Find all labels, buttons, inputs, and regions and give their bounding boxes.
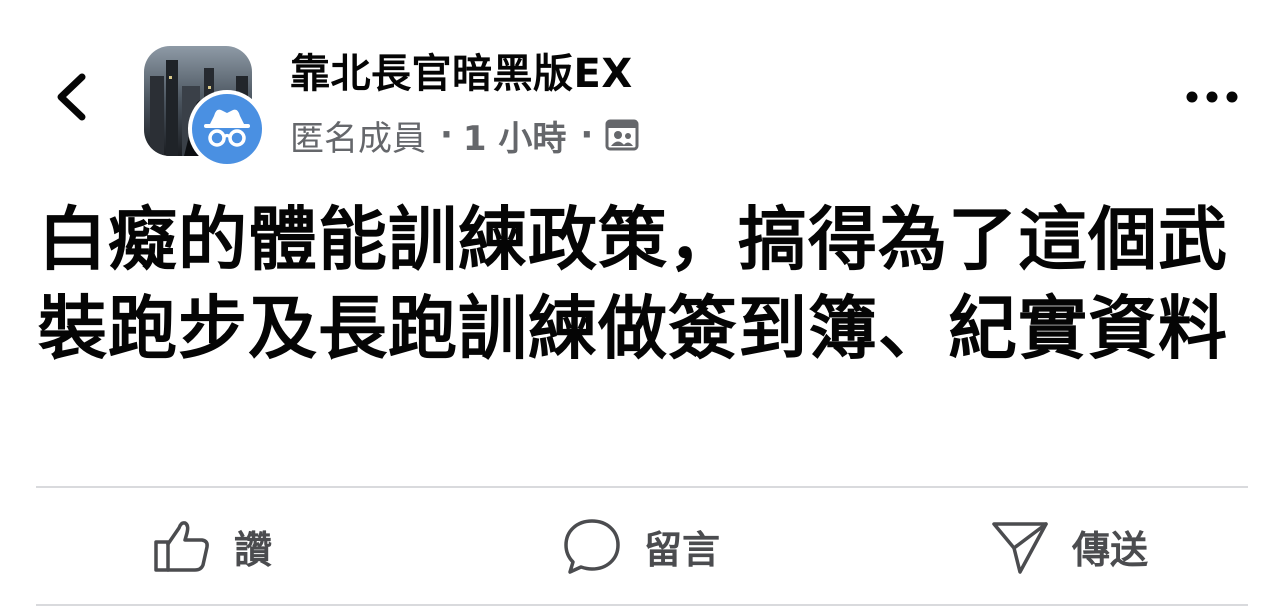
incognito-icon (192, 94, 262, 164)
avatar-group (144, 46, 268, 170)
anonymous-badge[interactable] (188, 90, 266, 168)
thumbs-up-icon (154, 521, 209, 572)
meta-separator: · (440, 115, 453, 155)
send-button[interactable]: 傳送 (990, 510, 1148, 582)
comment-button[interactable]: 留言 (562, 510, 720, 582)
comment-label: 留言 (644, 527, 721, 572)
author-name[interactable]: 匿名成員 (290, 111, 426, 160)
back-button[interactable] (50, 70, 94, 124)
more-options-button[interactable] (1180, 80, 1244, 114)
divider (36, 604, 1248, 606)
send-icon (992, 522, 1048, 574)
more-horizontal-icon (1186, 91, 1238, 103)
send-label: 傳送 (1072, 527, 1149, 572)
group-members-icon (605, 118, 639, 152)
meta-separator: · (580, 115, 594, 155)
chevron-left-icon (57, 73, 86, 121)
divider (36, 486, 1248, 488)
group-name[interactable]: 靠北長官暗黑版EX (290, 50, 633, 98)
post-time[interactable]: 1 小時 (463, 111, 567, 160)
like-label: 讚 (234, 527, 273, 572)
post-meta: 匿名成員 · 1 小時 · (290, 111, 639, 160)
like-button[interactable]: 讚 (152, 510, 272, 582)
post-text: 白癡的體能訓練政策，搞得為了這個武裝跑步及長跑訓練做簽到簿、紀實資料 (38, 200, 1228, 369)
comment-icon (564, 519, 620, 574)
